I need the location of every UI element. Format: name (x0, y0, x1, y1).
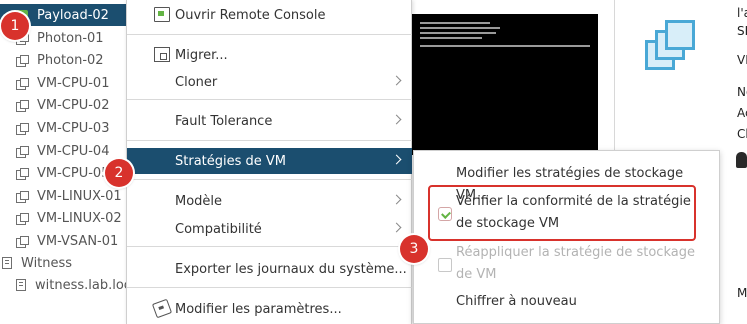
edit-settings-icon (151, 298, 173, 319)
submenu-item-label: Chiffrer à nouveau (456, 294, 577, 309)
menu-item-label: Exporter les journaux du système... (175, 261, 407, 277)
menu-item-fault-tolerance[interactable]: Fault Tolerance (127, 108, 412, 134)
menu-item-template[interactable]: Modèle (127, 188, 412, 214)
tree-item-photon-02[interactable]: Photon-02 (0, 49, 127, 71)
context-menu: Ouvrir Remote Console Migrer... Cloner F… (126, 0, 412, 324)
summary-text-3: VM (737, 53, 747, 67)
menu-item-vm-policies[interactable]: Stratégies de VM (127, 148, 412, 174)
menu-item-label: Ouvrir Remote Console (175, 7, 326, 23)
menu-separator (127, 99, 412, 100)
menu-item-label: Compatibilité (175, 221, 262, 237)
vm-icon (16, 190, 29, 203)
summary-text-2: SE (737, 24, 747, 38)
step-badge-2: 2 (105, 159, 133, 187)
chevron-right-icon (391, 222, 402, 233)
tree-item-label: VM-LINUX-01 (37, 188, 122, 204)
tree-item-vm-vsan-01[interactable]: VM-VSAN-01 (0, 230, 127, 252)
menu-separator (127, 246, 412, 247)
menu-item-compatibility[interactable]: Compatibilité (127, 216, 412, 242)
menu-item-clone[interactable]: Cloner (127, 69, 412, 95)
step-badge-3: 3 (400, 235, 428, 263)
menu-item-export-logs[interactable]: Exporter les journaux du système... (127, 256, 412, 282)
vm-icon (16, 167, 29, 180)
summary-text-7: M (737, 286, 747, 300)
tree-item-label: VM-CPU-04 (37, 143, 110, 159)
tree-item-label: VM-VSAN-01 (37, 233, 119, 249)
submenu-item-reencrypt[interactable]: Chiffrer à nouveau (414, 291, 719, 313)
vm-icon (16, 145, 29, 158)
tree-item-label: VM-CPU-02 (37, 97, 110, 113)
tree-item-vm-linux-02[interactable]: VM-LINUX-02 (0, 207, 127, 229)
vm-icon (16, 54, 29, 67)
vm-icon (16, 99, 29, 112)
server-icon (2, 257, 12, 269)
chevron-right-icon (391, 154, 402, 165)
menu-item-label: Modifier les paramètres... (175, 301, 342, 317)
vm-logo-icon (645, 20, 707, 82)
chevron-right-icon (391, 194, 402, 205)
tree-item-vm-cpu-04[interactable]: VM-CPU-04 (0, 140, 127, 162)
vm-icon (16, 212, 29, 225)
menu-item-label: Stratégies de VM (175, 153, 287, 169)
migrate-icon (154, 47, 170, 62)
submenu-item-edit-storage-policies[interactable]: Modifier les stratégies de stockage VM..… (414, 163, 719, 203)
host-icon (16, 279, 26, 291)
vm-icon (16, 235, 29, 248)
summary-text-1: l'a (737, 6, 747, 20)
tree-item-label: VM-CPU-03 (37, 120, 110, 136)
menu-item-label: Cloner (175, 74, 218, 90)
menu-separator (127, 140, 412, 141)
tree-item-label: VM-LINUX-02 (37, 210, 122, 226)
submenu-item-reapply-policy: Réappliquer la stratégie de stockage de … (414, 242, 719, 288)
tree-item-label: Photon-01 (37, 30, 104, 46)
submenu-item-label: Réappliquer la stratégie de stockage de … (456, 245, 695, 282)
step-badge-1: 1 (1, 12, 29, 40)
console-thumbnail[interactable] (412, 14, 598, 155)
menu-item-label: Migrer... (175, 47, 228, 63)
reapply-policy-icon (438, 258, 452, 272)
menu-separator (127, 179, 412, 180)
tree-item-label: VM-CPU-05 (37, 165, 110, 181)
tree-item-vm-cpu-01[interactable]: VM-CPU-01 (0, 72, 127, 94)
menu-item-label: Fault Tolerance (175, 113, 273, 129)
highlight-box (428, 185, 696, 241)
tree-item-label: witness.lab.loca (35, 277, 127, 293)
menu-item-open-remote-console[interactable]: Ouvrir Remote Console (127, 2, 412, 28)
console-icon (154, 7, 170, 22)
chevron-right-icon (391, 114, 402, 125)
vm-icon (16, 77, 29, 90)
tree-item-label: Witness (21, 255, 73, 271)
menu-item-edit-settings[interactable]: Modifier les paramètres... (127, 296, 412, 322)
menu-item-label: Modèle (175, 193, 223, 209)
tree-item-vm-cpu-03[interactable]: VM-CPU-03 (0, 117, 127, 139)
tree-item-vm-cpu-02[interactable]: VM-CPU-02 (0, 94, 127, 116)
tree-item-label: Payload-02 (37, 7, 109, 23)
menu-separator (127, 34, 412, 35)
summary-text-4: No (737, 85, 747, 99)
menu-item-migrate[interactable]: Migrer... (127, 42, 412, 68)
summary-text-6: Ch (737, 127, 747, 141)
summary-text-5: Ac (737, 106, 747, 120)
vm-icon (16, 122, 29, 135)
tree-item-witness[interactable]: Witness (0, 252, 127, 274)
inventory-tree: Payload-02 Photon-01 Photon-02 VM-CPU-01… (0, 0, 127, 324)
tree-item-label: Photon-02 (37, 52, 104, 68)
chevron-right-icon (391, 75, 402, 86)
tree-item-vm-linux-01[interactable]: VM-LINUX-01 (0, 185, 127, 207)
linux-icon (736, 152, 747, 168)
tree-item-witness-host[interactable]: witness.lab.loca (0, 274, 127, 296)
menu-separator (127, 287, 412, 288)
tree-item-label: VM-CPU-01 (37, 75, 110, 91)
